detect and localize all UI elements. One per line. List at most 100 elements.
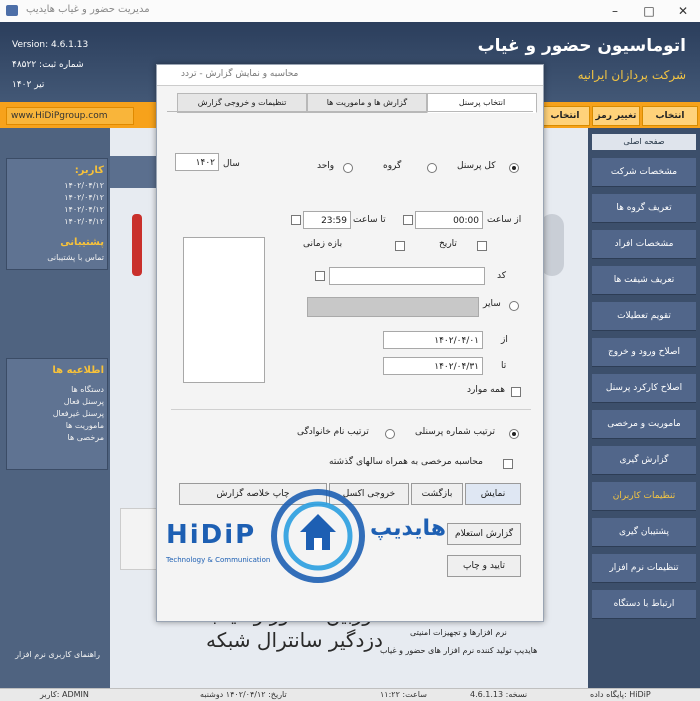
radio-other[interactable] (509, 301, 519, 311)
sidebar-item-edit-inout[interactable]: اصلاح ورود و خروج (592, 338, 696, 367)
status-bar: کاربر: ADMIN تاریخ: ۱۴۰۲/۰۴/۱۲ دوشنبه سا… (0, 688, 700, 701)
news-box: اطلاعیه ها دستگاه ها پرسنل فعال پرسنل غی… (6, 358, 108, 470)
status-user: کاربر: ADMIN (40, 690, 89, 699)
code-field[interactable] (329, 267, 485, 285)
from-time-toggle[interactable] (403, 215, 413, 225)
radio-unit-label: واحد (317, 161, 335, 171)
close-icon[interactable]: ✕ (666, 0, 700, 22)
sidebar-item-device[interactable]: ارتباط با دستگاه (592, 590, 696, 619)
status-version: نسخه: 4.6.1.13 (470, 690, 528, 699)
help-link[interactable]: راهنمای کاربری نرم افزار (6, 650, 100, 659)
news-line: دستگاه ها (71, 385, 104, 394)
window-titlebar: مدیریت حضور و غیاب هایدیپ – □ ✕ (0, 0, 700, 23)
watermark-logo-icon (271, 489, 365, 583)
sidebar-item-holidays[interactable]: تقویم تعطیلات (592, 302, 696, 331)
user-line: ۱۴۰۲/۰۴/۱۲ (64, 205, 104, 214)
radio-all-label: کل پرسنل (457, 161, 496, 171)
radio-all-personnel[interactable] (509, 163, 519, 173)
minimize-icon[interactable]: – (598, 0, 632, 22)
sidebar-item-users[interactable]: تنظیمات کاربران (592, 482, 696, 511)
select-bank-button[interactable]: انتخاب بانک (540, 106, 590, 139)
support-line[interactable]: تماس با پشتیبانی (10, 253, 104, 262)
to-date-field[interactable]: ۱۴۰۲/۰۴/۳۱ (383, 357, 483, 375)
user-box: کاربر: ۱۴۰۲/۰۴/۱۲ ۱۴۰۲/۰۴/۱۲ ۱۴۰۲/۰۴/۱۲ … (6, 158, 108, 270)
watermark-brand-en: HiDiP (166, 520, 257, 550)
all-items-checkbox[interactable] (511, 387, 521, 397)
status-date: تاریخ: ۱۴۰۲/۰۴/۱۲ دوشنبه (200, 690, 287, 699)
dialog-title: محاسبه و نمایش گزارش - تردد (181, 69, 299, 79)
tab-divider (167, 111, 533, 112)
year-label: سال (223, 159, 240, 169)
sidebar-item-company[interactable]: مشخصات شرکت (592, 158, 696, 187)
notice-1: نرم افزارها و تجهیزات امنیتی (410, 628, 507, 637)
radio-other-label: سایر (483, 299, 501, 309)
status-database: پایگاه داده: HiDiP (590, 690, 651, 699)
sidebar-item-edit-work[interactable]: اصلاح کارکرد پرسنل (592, 374, 696, 403)
user-line: ۱۴۰۲/۰۴/۱۲ (64, 181, 104, 190)
app-subtitle: شرکت پردازان ایرانیه (577, 68, 686, 82)
date-checkbox-label: تاریخ (439, 239, 457, 249)
sidebar-item-reports[interactable]: گزارش گیری (592, 446, 696, 475)
news-line: ماموریت ها (65, 421, 104, 430)
right-sidebar: صفحه اصلی مشخصات شرکت تعریف گروه ها مشخص… (588, 128, 700, 688)
select-server-button[interactable]: انتخاب سرور (642, 106, 698, 139)
news-heading: اطلاعیه ها (52, 365, 104, 376)
tab-home[interactable]: صفحه اصلی (592, 134, 696, 150)
left-info-panel: کاربر: ۱۴۰۲/۰۴/۱۲ ۱۴۰۲/۰۴/۱۲ ۱۴۰۲/۰۴/۱۲ … (0, 128, 110, 688)
app-title: اتوماسیون حضور و غیاب (477, 36, 686, 56)
news-line: پرسنل فعال (63, 397, 104, 406)
window-title: مدیریت حضور و غیاب هایدیپ (26, 4, 150, 15)
radio-sort-personnel[interactable] (509, 429, 519, 439)
sidebar-item-persons[interactable]: مشخصات افراد (592, 230, 696, 259)
from-date-field[interactable]: ۱۴۰۲/۰۴/۰۱ (383, 331, 483, 349)
to-time-field[interactable]: 23:59 (303, 211, 351, 229)
to-date-label: تا (501, 361, 507, 371)
sidebar-item-shifts[interactable]: تعریف شیفت ها (592, 266, 696, 295)
range-checkbox-label: بازه زمانی (303, 239, 343, 249)
sidebar-item-groups[interactable]: تعریف گروه ها (592, 194, 696, 223)
change-password-button[interactable]: تغییر رمز (592, 106, 640, 126)
year-field[interactable]: ۱۴۰۲ (175, 153, 219, 171)
maximize-icon[interactable]: □ (632, 0, 666, 22)
section-divider (171, 409, 531, 410)
range-checkbox[interactable] (395, 241, 405, 251)
support-heading: پشتیبانی (60, 237, 104, 248)
from-time-field[interactable]: 00:00 (415, 211, 483, 229)
date-checkbox[interactable] (477, 241, 487, 251)
news-line: پرسنل غیرفعال (52, 409, 104, 418)
status-time: ساعت: ۱۱:۲۲ (380, 690, 427, 699)
red-device-image (132, 214, 142, 276)
sidebar-item-mission-leave[interactable]: ماموریت و مرخصی (592, 410, 696, 439)
personnel-listbox[interactable] (183, 237, 265, 383)
sidebar-item-settings[interactable]: تنظیمات نرم افزار (592, 554, 696, 583)
code-checkbox[interactable] (315, 271, 325, 281)
from-date-label: از (501, 335, 508, 345)
tab-reports-missions[interactable]: گزارش ها و ماموریت ها (307, 93, 427, 113)
sidebar-item-backup[interactable]: پشتیبان گیری (592, 518, 696, 547)
leave-sum-checkbox[interactable] (503, 459, 513, 469)
other-field-disabled (307, 297, 479, 317)
news-line: مرخصی ها (67, 433, 104, 442)
date-text: تیر ۱۴۰۲ (12, 80, 45, 90)
watermark-tagline: Technology & Communication (166, 556, 271, 564)
sort-name-label: ترتیب نام خانوادگی (297, 427, 369, 437)
promo-line-2: دزدگیر سانترال شبکه (206, 628, 383, 652)
website-link[interactable]: www.HiDiPgroup.com (6, 107, 134, 125)
to-time-toggle[interactable] (291, 215, 301, 225)
version-text: Version: 4.6.1.13 (12, 40, 89, 50)
notice-2: هایدیپ تولید کننده نرم افزار های حضور و … (380, 646, 538, 655)
tab-report-settings[interactable]: تنظیمات و خروجی گزارش (177, 93, 307, 113)
radio-group-label: گروه (383, 161, 402, 171)
user-line: ۱۴۰۲/۰۴/۱۲ (64, 193, 104, 202)
hidip-watermark: HiDiP Technology & Communication هایدیپ (166, 486, 506, 586)
code-label: کد (497, 271, 507, 281)
tab-select-personnel[interactable]: انتخاب پرسنل (427, 93, 537, 113)
app-icon (6, 5, 18, 16)
user-heading: کاربر: (74, 165, 104, 176)
leave-sum-label: محاسبه مرخصی به همراه سالهای گذشته (329, 457, 483, 467)
dialog-titlebar: محاسبه و نمایش گزارش - تردد (157, 65, 543, 86)
radio-sort-name[interactable] (385, 429, 395, 439)
sort-personnel-label: ترتیب شماره پرسنلی (415, 427, 496, 437)
radio-unit[interactable] (343, 163, 353, 173)
radio-group[interactable] (427, 163, 437, 173)
